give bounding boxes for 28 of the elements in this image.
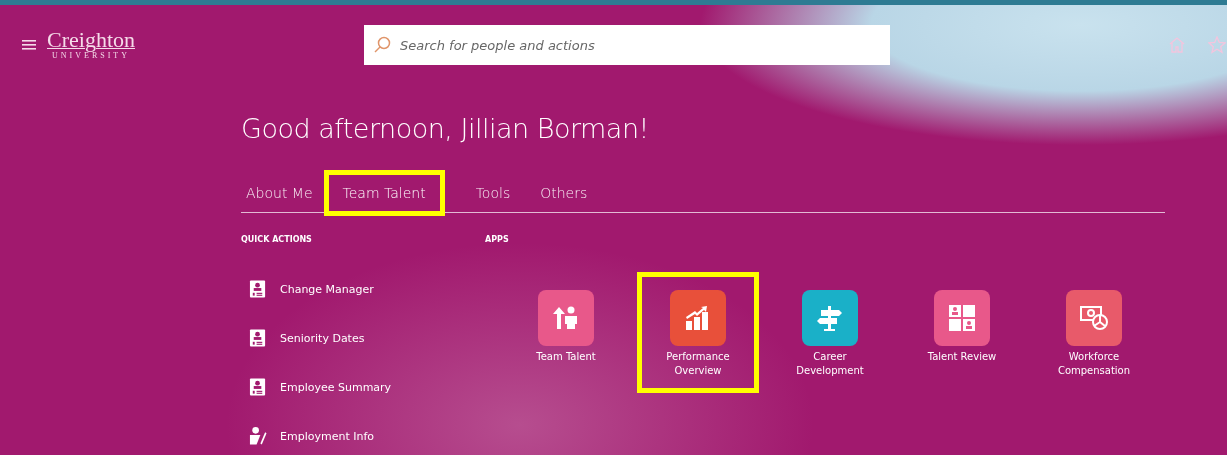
signpost-icon (815, 303, 845, 333)
menu-icon[interactable] (22, 39, 36, 51)
app-tile[interactable]: Team Talent (505, 272, 627, 393)
app-tile[interactable]: Career Development (769, 272, 891, 393)
section-heading: APPS (485, 235, 510, 244)
star-icon[interactable] (1208, 36, 1226, 54)
money-chart-icon (1079, 303, 1109, 333)
logo-name: Creighton (47, 29, 135, 51)
person-edit-icon (249, 426, 267, 446)
university-logo[interactable]: Creighton UNIVERSITY (48, 29, 134, 61)
profile-grid-icon (947, 303, 977, 333)
greeting-heading: Good afternoon, Jillian Borman! (241, 113, 650, 144)
id-badge-icon (249, 328, 267, 348)
section-heading: QUICK ACTIONS (241, 235, 313, 244)
tab[interactable]: Team Talent (323, 170, 445, 216)
quick-action-link[interactable]: Employment Info (249, 425, 485, 447)
quick-action-link[interactable]: Seniority Dates (249, 327, 485, 349)
app-tile[interactable]: Talent Review (901, 272, 1023, 393)
search-field[interactable]: Search for people and actions (364, 25, 890, 65)
id-badge-icon (249, 377, 267, 397)
id-badge-icon (249, 279, 267, 299)
quick-action-link[interactable]: Employee Summary (249, 376, 485, 398)
app-tile[interactable]: Workforce Compensation (1033, 272, 1155, 393)
quick-action-link[interactable]: Change Manager (249, 278, 485, 300)
home-icon[interactable] (1168, 36, 1186, 54)
search-icon (374, 36, 392, 54)
logo-subtitle: UNIVERSITY (52, 51, 130, 61)
app-tile[interactable]: Performance Overview (637, 272, 759, 393)
